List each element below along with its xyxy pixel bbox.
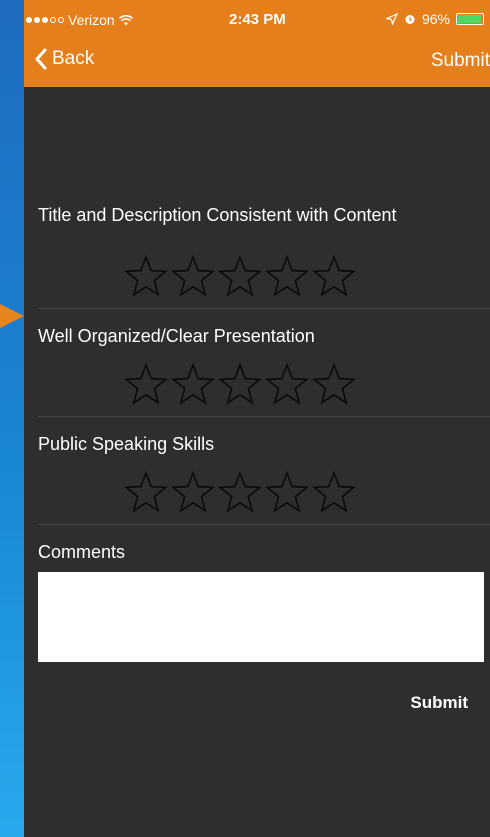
star-rating [124,363,356,405]
comments-label: Comments [38,542,126,562]
carrier-name: Verizon [68,12,115,28]
signal-dot [42,17,48,23]
star-icon[interactable] [124,363,168,405]
star-icon[interactable] [265,471,309,513]
status-left: Verizon [26,12,133,28]
status-bar: Verizon 2:43 PM 96% [24,0,490,40]
star-icon[interactable] [218,255,262,297]
chevron-left-icon [35,48,47,70]
star-icon[interactable] [312,363,356,405]
star-icon[interactable] [171,255,215,297]
back-label: Back [52,48,95,69]
star-icon[interactable] [265,255,309,297]
signal-dot [26,17,32,23]
star-icon[interactable] [171,471,215,513]
battery-level [458,15,482,23]
location-arrow-icon [385,13,398,25]
star-rating [124,471,356,513]
back-button[interactable]: Back [34,48,94,70]
submit-nav-button[interactable]: Submit [431,50,490,72]
signal-dot [34,17,40,23]
battery-icon [456,13,484,25]
alarm-clock-icon [405,15,415,24]
app-screen: Verizon 2:43 PM 96% Back Submit Title an… [24,0,490,837]
pointer-arrow-icon [0,304,24,328]
submit-button[interactable]: Submit [410,693,468,713]
rating-question-label: Title and Description Consistent with Co… [38,205,397,225]
comments-field[interactable] [38,572,484,662]
signal-strength-icon [26,17,64,23]
rating-question-label: Public Speaking Skills [38,434,215,454]
status-time: 2:43 PM [229,11,286,28]
star-icon[interactable] [171,363,215,405]
wifi-icon [118,14,133,25]
star-icon[interactable] [312,471,356,513]
header-bar: Verizon 2:43 PM 96% Back Submit [24,0,490,87]
star-icon[interactable] [265,363,309,405]
section-divider [38,308,490,309]
star-icon[interactable] [312,255,356,297]
star-icon[interactable] [218,363,262,405]
section-divider [38,524,490,525]
star-rating [124,255,356,297]
battery-percent: 96% [421,11,450,27]
status-right: 96% [385,11,490,27]
navigation-bar: Back Submit [24,44,490,78]
star-icon[interactable] [218,471,262,513]
signal-dot [58,17,64,23]
rating-question-label: Well Organized/Clear Presentation [38,326,315,346]
star-icon[interactable] [124,471,168,513]
section-divider [38,416,490,417]
star-icon[interactable] [124,255,168,297]
signal-dot [50,17,56,23]
